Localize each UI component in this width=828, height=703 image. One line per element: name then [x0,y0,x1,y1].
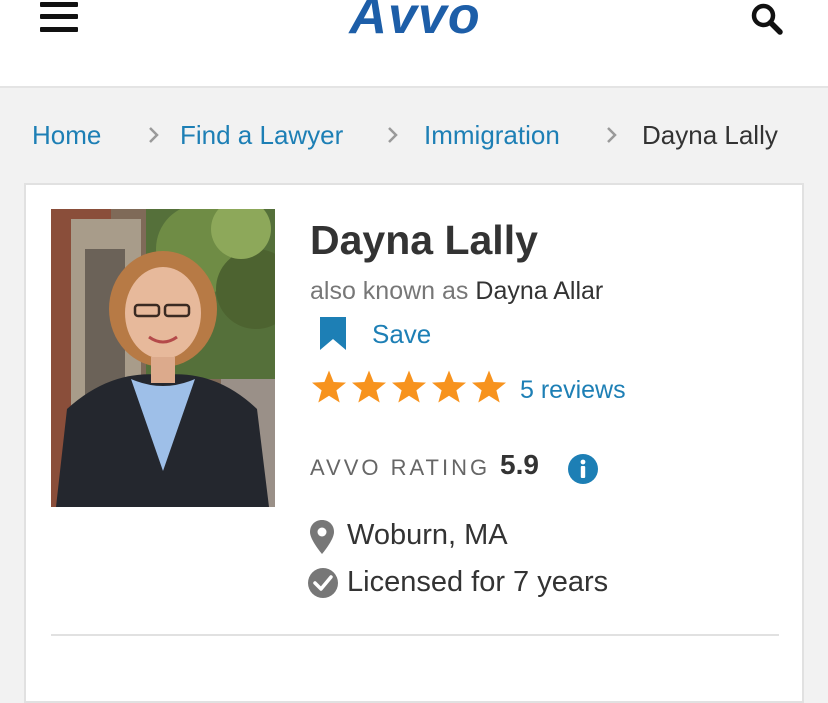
menu-bar-line [40,2,78,7]
lawyer-profile-card: Dayna Lally also known as Dayna Allar Sa… [24,183,804,703]
also-known-as: also known as Dayna Allar [310,277,603,306]
search-icon[interactable] [750,2,784,36]
menu-bar-line [40,14,78,19]
star-icon [392,370,426,403]
breadcrumb-immigration-link[interactable]: Immigration [424,118,560,152]
section-divider [51,634,779,636]
save-button[interactable]: Save [320,317,480,351]
breadcrumb-find-a-lawyer-link[interactable]: Find a Lawyer [180,118,343,152]
breadcrumb-home-link[interactable]: Home [32,118,101,152]
lawyer-name: Dayna Lally [310,217,538,263]
lawyer-portrait-photo [51,209,275,507]
top-nav-bar: Avvo [0,0,828,88]
licensed-years-text: Licensed for 7 years [347,566,609,598]
chevron-right-icon [149,127,159,143]
breadcrumb-current-page: Dayna Lally [642,120,778,150]
avvo-rating-value: 5.9 [500,449,539,480]
bookmark-icon [320,317,346,350]
lawyer-portrait-image [51,209,275,507]
save-label: Save [372,319,432,349]
avvo-logo[interactable]: Avvo [340,0,490,42]
reviews-link[interactable]: 5 reviews [520,376,626,405]
check-circle-icon [308,568,338,598]
chevron-right-icon [607,127,617,143]
star-icon [472,370,506,403]
chevron-right-icon [388,127,398,143]
aka-name: Dayna Allar [475,277,604,305]
avvo-rating-label: AVVO RATING [310,455,491,480]
star-icon [432,370,466,403]
menu-bar-line [40,27,78,32]
location-text: Woburn, MA [347,519,508,551]
star-icon [352,370,386,403]
info-icon[interactable] [567,453,599,485]
star-icon [312,370,346,403]
star-rating [310,369,510,409]
aka-prefix: also known as [310,277,469,305]
hamburger-menu-icon[interactable] [40,0,78,34]
map-pin-icon [310,520,334,554]
